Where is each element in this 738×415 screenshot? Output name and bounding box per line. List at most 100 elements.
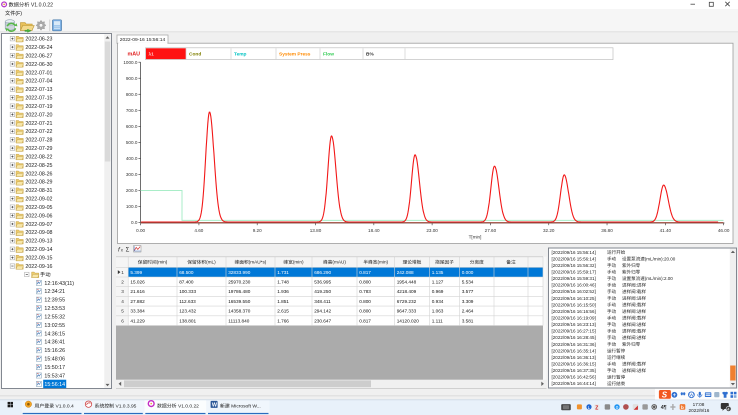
svg-text:27.882: 27.882 [130, 299, 145, 304]
svg-text:0.817: 0.817 [359, 270, 371, 275]
svg-text:2022-06-27: 2022-06-27 [25, 53, 52, 59]
svg-text:[2022/09/16 15:56:14]: [2022/09/16 15:56:14] [552, 256, 596, 261]
svg-text:4¶: 4¶ [661, 405, 667, 411]
svg-text:419.250: 419.250 [314, 289, 331, 294]
svg-text:0.800: 0.800 [359, 309, 371, 314]
svg-text:Temp: Temp [234, 51, 247, 57]
svg-text:294.142: 294.142 [314, 309, 331, 314]
svg-text:14358.370: 14358.370 [228, 309, 251, 314]
svg-text:16539.550: 16539.550 [228, 299, 251, 304]
svg-text:15:48:06: 15:48:06 [44, 357, 65, 363]
svg-text:V1.0.3.95: V1.0.3.95 [114, 404, 137, 410]
svg-text:Z: Z [595, 405, 598, 411]
svg-text:(mAU): (mAU) [332, 260, 346, 265]
svg-text:13:02:55: 13:02:55 [44, 323, 65, 329]
svg-text:2022-07-19: 2022-07-19 [25, 104, 52, 110]
svg-text:46.00: 46.00 [718, 228, 730, 233]
svg-text:2022-09-13: 2022-09-13 [25, 239, 52, 245]
svg-text:3: 3 [121, 289, 124, 294]
svg-text:27.60: 27.60 [485, 228, 497, 233]
svg-text:2022-09-02: 2022-09-02 [25, 197, 52, 203]
svg-text:0.783: 0.783 [359, 289, 371, 294]
svg-text:33.384: 33.384 [130, 309, 145, 314]
svg-text:[2022/09/16 16:31:36]: [2022/09/16 16:31:36] [552, 342, 596, 347]
svg-text:123.432: 123.432 [179, 309, 196, 314]
svg-text::: : [636, 296, 637, 301]
svg-text:B%: B% [366, 51, 374, 57]
svg-text:2022-09-15: 2022-09-15 [25, 256, 52, 262]
svg-text:2022-09-07: 2022-09-07 [25, 222, 52, 228]
svg-text:700.0: 700.0 [126, 108, 138, 113]
svg-text:[2022/09/16 15:56:14]: [2022/09/16 15:56:14] [552, 250, 596, 255]
svg-text:4: 4 [121, 299, 124, 304]
svg-text:41.229: 41.229 [130, 318, 145, 323]
svg-text:[2022/09/16 15:59:31]: [2022/09/16 15:59:31] [552, 276, 596, 281]
svg-text:2022-07-22: 2022-07-22 [25, 129, 52, 135]
svg-text:[2022/09/16 16:15:50]: [2022/09/16 16:15:50] [552, 302, 596, 307]
svg-text:0.800: 0.800 [359, 299, 371, 304]
svg-text:138.801: 138.801 [179, 318, 196, 323]
svg-text:18.40: 18.40 [368, 228, 380, 233]
svg-text:9.20: 9.20 [253, 228, 262, 233]
svg-text:(min): (min) [293, 260, 304, 265]
svg-text:100.0: 100.0 [126, 204, 138, 209]
svg-text:6729.232: 6729.232 [397, 299, 417, 304]
svg-text:2022-07-20: 2022-07-20 [25, 112, 52, 118]
svg-text:2022-07-29: 2022-07-29 [25, 146, 52, 152]
svg-text:4218.409: 4218.409 [397, 289, 417, 294]
svg-text:2022-08-25: 2022-08-25 [25, 163, 52, 169]
svg-text:2022-09-14: 2022-09-14 [25, 247, 52, 253]
svg-text:(mL/min):2.00: (mL/min):2.00 [645, 276, 674, 281]
svg-text:[2022/09/16 16:19:09]: [2022/09/16 16:19:09] [552, 316, 596, 321]
svg-text:λ1: λ1 [149, 51, 155, 57]
svg-text:S: S [662, 391, 668, 400]
svg-text:41.40: 41.40 [660, 228, 672, 233]
svg-text:2022-07-13: 2022-07-13 [25, 87, 52, 93]
svg-text:12:53:53: 12:53:53 [44, 306, 65, 312]
svg-text:2022-07-15: 2022-07-15 [25, 96, 52, 102]
svg-text:12:39:55: 12:39:55 [44, 298, 65, 304]
svg-text:0.817: 0.817 [359, 318, 371, 323]
svg-text:686.290: 686.290 [314, 270, 331, 275]
svg-text:2.615: 2.615 [277, 309, 289, 314]
svg-text:15:16:26: 15:16:26 [44, 348, 65, 354]
svg-text:12:55:32: 12:55:32 [44, 314, 65, 320]
svg-text:[2022/09/16 16:10:25]: [2022/09/16 16:10:25] [552, 296, 596, 301]
svg-text:200.0: 200.0 [126, 188, 138, 193]
svg-text:2022-06-23: 2022-06-23 [25, 37, 52, 43]
svg-text:2022-08-22: 2022-08-22 [25, 154, 52, 160]
svg-text:[2022/09/16 16:23:13]: [2022/09/16 16:23:13] [552, 322, 596, 327]
svg-text:V1.0.0.22: V1.0.0.22 [29, 2, 53, 8]
svg-text:Flow: Flow [323, 51, 334, 57]
svg-text:2022-06-30: 2022-06-30 [25, 62, 52, 68]
svg-text:W: W [689, 393, 694, 398]
svg-text:800.0: 800.0 [126, 92, 138, 97]
svg-text:V1.0.0.4: V1.0.0.4 [54, 404, 74, 410]
svg-text:2022-08-31: 2022-08-31 [25, 188, 52, 194]
svg-text:600.0: 600.0 [126, 124, 138, 129]
svg-text:230.647: 230.647 [314, 318, 331, 323]
svg-text:14120.020: 14120.020 [397, 318, 420, 323]
svg-text:2022-08-29: 2022-08-29 [25, 180, 52, 186]
svg-text:32833.990: 32833.990 [228, 270, 251, 275]
svg-text:242.088: 242.088 [397, 270, 414, 275]
svg-text:5: 5 [121, 309, 124, 314]
svg-text:2022-06-24: 2022-06-24 [25, 45, 52, 51]
svg-text::: : [636, 368, 637, 373]
svg-text:2022-07-21: 2022-07-21 [25, 121, 52, 127]
svg-text:2022-09-16: 2022-09-16 [25, 264, 52, 270]
svg-text:4.60: 4.60 [194, 228, 203, 233]
svg-text:2: 2 [121, 280, 124, 285]
svg-text:[2022/09/16 16:35:14]: [2022/09/16 16:35:14] [552, 348, 596, 353]
svg-text:3.581: 3.581 [462, 318, 474, 323]
svg-text:6: 6 [121, 318, 124, 323]
svg-text:5.399: 5.399 [130, 270, 142, 275]
svg-text:1: 1 [121, 270, 124, 275]
svg-text:1.127: 1.127 [432, 280, 444, 285]
svg-text:2022-07-04: 2022-07-04 [25, 79, 52, 85]
svg-text:13.80: 13.80 [310, 228, 322, 233]
svg-text:112.633: 112.633 [179, 299, 196, 304]
svg-text:2022-09-05: 2022-09-05 [25, 205, 52, 211]
svg-text:100.333: 100.333 [179, 289, 196, 294]
svg-text:536.995: 536.995 [314, 280, 331, 285]
